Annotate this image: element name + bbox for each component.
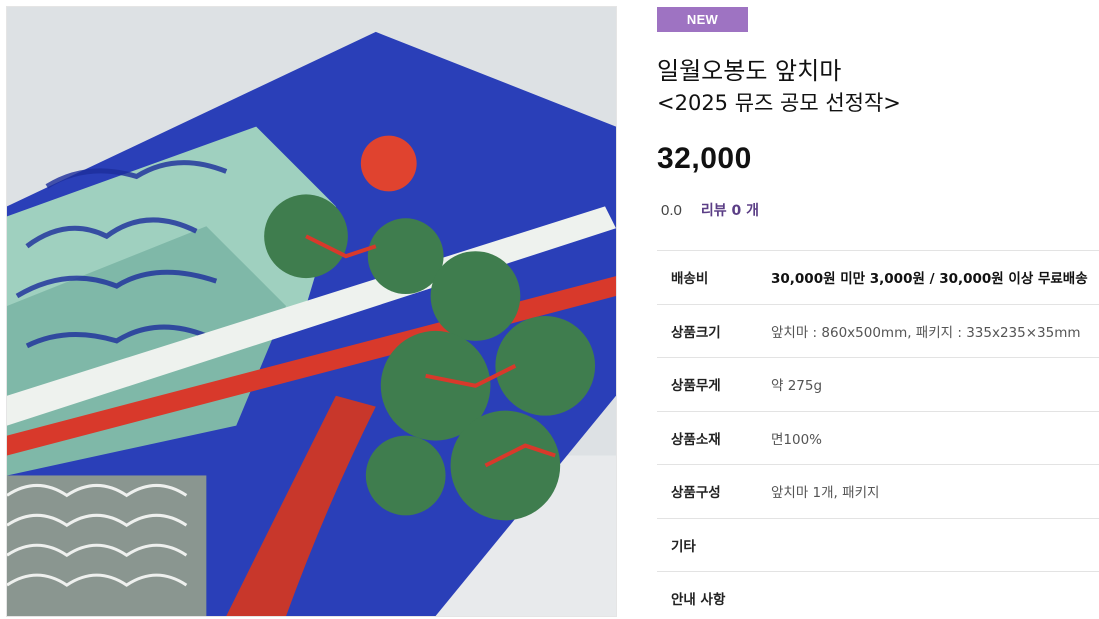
spec-table: 배송비 30,000원 미만 3,000원 / 30,000원 이상 무료배송 … [657, 250, 1099, 619]
spec-row-etc: 기타 [657, 517, 1099, 572]
spec-label: 안내 사항 [671, 592, 726, 609]
spec-value: 앞치마 1개, 패키지 [771, 485, 880, 502]
spec-value: 약 275g [771, 378, 823, 395]
spec-value: 앞치마 : 860x500mm, 패키지 : 335x235×35mm [771, 324, 1081, 341]
spec-row-shipping: 배송비 30,000원 미만 3,000원 / 30,000원 이상 무료배송 [657, 250, 1099, 304]
spec-row-composition: 상품구성 앞치마 1개, 패키지 [657, 464, 1099, 518]
rating-value: 0.0 [661, 201, 682, 219]
product-info: NEW 일월오봉도 앞치마 <2025 뮤즈 공모 선정작> 32,000 0.… [657, 7, 1099, 224]
product-subtitle: <2025 뮤즈 공모 선정작> [657, 91, 901, 115]
new-badge: NEW [657, 7, 748, 32]
spec-value: 면100% [771, 431, 823, 448]
rating-row: 0.0 리뷰 0 개 [657, 196, 1099, 224]
spec-label: 상품구성 [671, 485, 721, 502]
spec-label: 상품크기 [671, 324, 721, 341]
review-link[interactable]: 리뷰 0 개 [701, 200, 759, 220]
product-price: 32,000 [657, 142, 752, 175]
spec-label: 상품무게 [671, 378, 721, 395]
spec-row-weight: 상품무게 약 275g [657, 357, 1099, 411]
product-image[interactable] [6, 6, 617, 617]
spec-label: 배송비 [671, 271, 709, 288]
apron-illustration [7, 7, 616, 616]
spec-row-material: 상품소재 면100% [657, 410, 1099, 465]
product-title: 일월오봉도 앞치마 [657, 57, 842, 85]
spec-value: 30,000원 미만 3,000원 / 30,000원 이상 무료배송 [771, 271, 1088, 288]
spec-label: 상품소재 [671, 431, 721, 448]
spec-label: 기타 [671, 538, 696, 555]
spec-row-size: 상품크기 앞치마 : 860x500mm, 패키지 : 335x235×35mm [657, 303, 1099, 358]
spec-row-notice: 안내 사항 [657, 571, 1099, 619]
